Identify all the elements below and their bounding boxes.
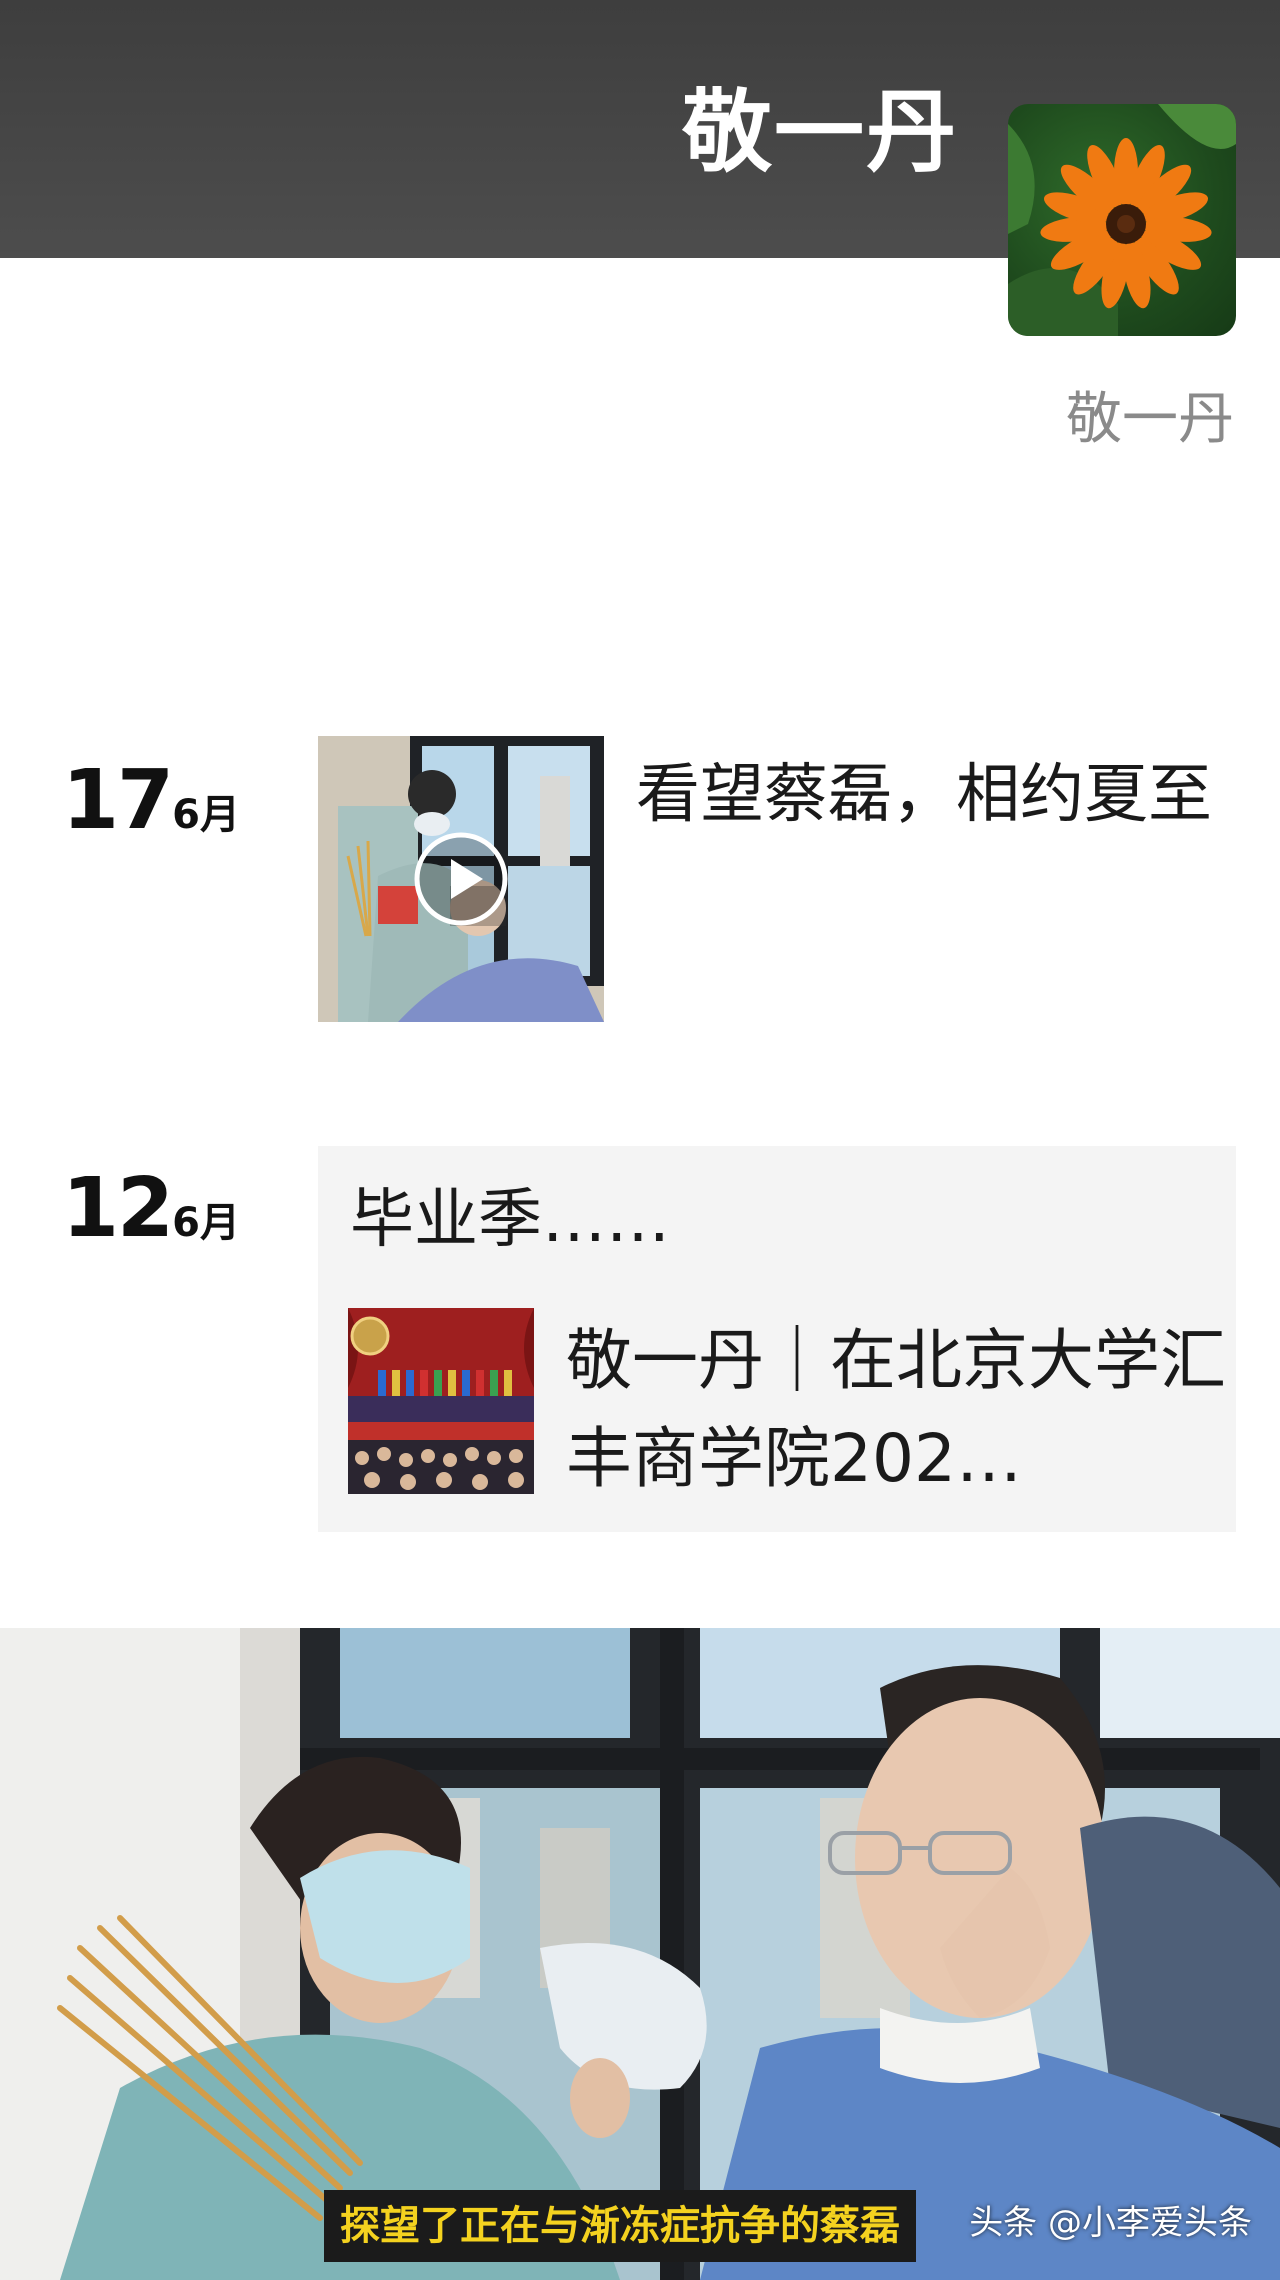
post-date-month: 6月 (172, 1200, 240, 1246)
post-date-day: 17 (62, 753, 174, 848)
profile-display-name: 敬一丹 (1066, 387, 1234, 452)
video-subtitle: 探望了正在与渐冻症抗争的蔡磊 (324, 2190, 916, 2262)
video-thumbnail[interactable] (318, 736, 604, 1022)
ceremony-hall-image (348, 1308, 534, 1494)
post-caption: 毕业季…… (350, 1183, 670, 1257)
post-text[interactable]: 看望蔡磊，相约夏至 (636, 748, 1246, 842)
watermark: 头条 @小李爱头条 (969, 2203, 1252, 2243)
post-date-day: 12 (62, 1161, 174, 1256)
avatar[interactable] (1008, 104, 1236, 336)
link-thumbnail[interactable] (348, 1308, 534, 1494)
video-frame-image (0, 1628, 1280, 2280)
profile-name: 敬一丹 (682, 80, 958, 185)
post-date: 126月 (62, 1168, 240, 1250)
orange-flower-avatar-icon (1008, 104, 1236, 336)
link-title[interactable]: 敬一丹｜在北京大学汇丰商学院202… (566, 1312, 1226, 1508)
post-date-month: 6月 (172, 792, 240, 838)
post-date: 176月 (62, 760, 240, 842)
video-frame[interactable] (0, 1628, 1280, 2280)
play-icon[interactable] (411, 829, 511, 929)
